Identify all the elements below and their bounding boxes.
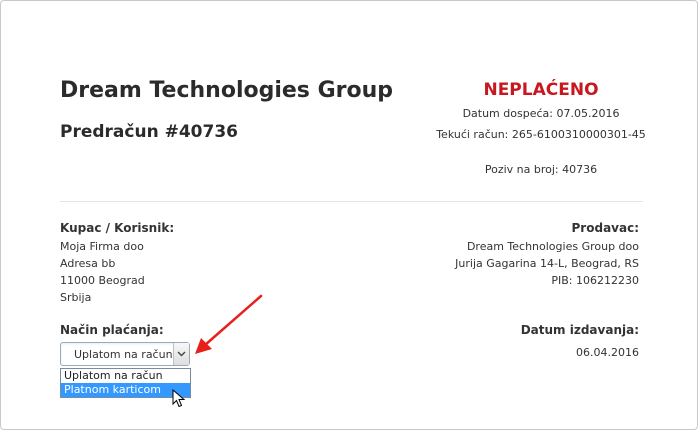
chevron-down-icon — [177, 351, 186, 357]
invoice-title: Predračun #40736 — [60, 122, 238, 142]
seller-heading: Prodavac: — [571, 221, 639, 235]
seller-line: Jurija Gagarina 14-L, Beograd, RS — [455, 257, 639, 270]
invoice-panel: Dream Technologies Group Predračun #4073… — [0, 0, 698, 430]
buyer-line: Adresa bb — [60, 257, 116, 270]
bank-account: Tekući račun: 265-6100310000301-45 — [436, 128, 646, 141]
issue-date: 06.04.2016 — [576, 346, 639, 359]
company-name: Dream Technologies Group — [60, 78, 393, 103]
mouse-pointer-icon — [172, 389, 186, 408]
option-bank-transfer[interactable]: Uplatom na račun — [61, 369, 190, 383]
section-divider — [60, 201, 643, 202]
red-arrow-icon — [195, 294, 263, 354]
payment-status-label: NEPLAĆENO — [483, 80, 599, 100]
issue-date-heading: Datum izdavanja: — [520, 323, 639, 337]
payment-reference: Poziv na broj: 40736 — [484, 163, 598, 176]
buyer-line: Moja Firma doo — [60, 240, 144, 253]
payment-method-heading: Način plaćanja: — [60, 323, 164, 337]
seller-line: Dream Technologies Group doo — [466, 240, 639, 253]
buyer-line: Srbija — [60, 291, 92, 304]
option-card-payment[interactable]: Platnom karticom — [61, 383, 190, 397]
buyer-heading: Kupac / Korisnik: — [60, 221, 175, 235]
due-date: Datum dospeća: 07.05.2016 — [462, 107, 620, 120]
buyer-line: 11000 Beograd — [60, 274, 145, 287]
payment-method-select[interactable]: Uplatom na račun — [60, 342, 190, 366]
seller-line: PIB: 106212230 — [551, 274, 639, 287]
payment-method-selected: Uplatom na račun — [74, 348, 173, 361]
dropdown-toggle[interactable] — [173, 343, 189, 365]
